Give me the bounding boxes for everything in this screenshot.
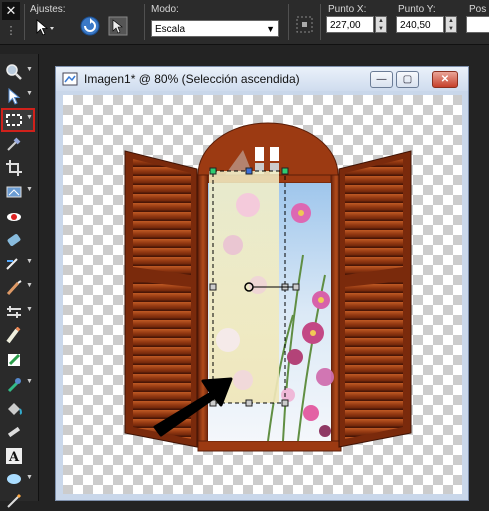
- red-eye-tool[interactable]: [3, 206, 33, 226]
- close-window-button[interactable]: ✕: [432, 71, 458, 88]
- flood-fill-tool[interactable]: [3, 398, 33, 418]
- minimize-button[interactable]: —: [370, 71, 393, 88]
- point-x-label: Punto X:: [328, 4, 367, 15]
- presets-dropdown-button[interactable]: [32, 17, 56, 39]
- crop-tool[interactable]: [3, 158, 33, 178]
- maximize-button[interactable]: ▢: [396, 71, 419, 88]
- pick-tool[interactable]: ▼: [3, 86, 33, 106]
- selection-marquee-icon: [6, 114, 22, 126]
- text-icon: A: [6, 448, 22, 465]
- document-icon: [62, 72, 78, 86]
- dodge-icon: [7, 306, 21, 318]
- point-x-field[interactable]: 227,00: [326, 16, 374, 33]
- mode-label: Modo:: [151, 4, 179, 15]
- mode-select-value: Escala: [155, 24, 186, 35]
- pen-icon: [7, 493, 22, 508]
- flood-fill-icon: [8, 403, 22, 415]
- document-window: Imagen1* @ 80% (Selección ascendida) — ▢…: [55, 66, 469, 501]
- window-artwork: [124, 122, 412, 452]
- eraser-icon: [6, 327, 21, 344]
- pointer-arrow-icon: [36, 19, 54, 36]
- chevron-down-icon: ▼: [266, 24, 275, 34]
- options-toolbar: ✕ ⋮ Ajustes: Modo: Escala ▼ Punto X: 227…: [0, 0, 489, 45]
- svg-text:A: A: [8, 450, 20, 465]
- makeover-icon: [7, 234, 21, 246]
- close-icon: ✕: [440, 74, 450, 85]
- selection-tool[interactable]: ▼: [1, 108, 35, 132]
- chevron-down-icon: ▼: [26, 90, 33, 97]
- mode-select[interactable]: Escala ▼: [151, 20, 279, 37]
- document-title: Imagen1* @ 80% (Selección ascendida): [84, 72, 300, 86]
- pen-tool[interactable]: [3, 491, 33, 511]
- straighten-icon: [6, 186, 22, 198]
- image-canvas[interactable]: [63, 95, 462, 494]
- chevron-down-icon: ▼: [26, 114, 33, 121]
- picture-tube-icon: [7, 426, 21, 438]
- point-y-spinner[interactable]: ▲ ▼: [445, 16, 457, 33]
- preset-shape-icon: [7, 474, 21, 484]
- chevron-down-icon: ▼: [26, 378, 33, 385]
- chevron-down-icon: ▼: [26, 258, 33, 265]
- dropper-tool[interactable]: [3, 134, 33, 154]
- clone-brush-icon: [6, 258, 18, 270]
- point-y-field[interactable]: 240,50: [396, 16, 444, 33]
- settings-label: Ajustes:: [30, 4, 66, 15]
- minimize-icon: —: [376, 74, 387, 85]
- point-x-spinner[interactable]: ▲ ▼: [375, 16, 387, 33]
- chevron-down-icon: ▼: [26, 66, 33, 73]
- maximize-icon: ▢: [402, 74, 413, 85]
- position-label: Pos: [469, 4, 487, 15]
- chevron-down-icon: ▼: [26, 186, 33, 193]
- toolbar-grip-icon[interactable]: ⋮: [2, 22, 20, 40]
- text-tool[interactable]: A: [3, 446, 33, 466]
- document-titlebar[interactable]: Imagen1* @ 80% (Selección ascendida) — ▢…: [56, 67, 468, 91]
- scratch-remover-icon: [6, 280, 22, 296]
- reset-button[interactable]: [78, 14, 102, 36]
- toolbar-separator: [320, 4, 321, 40]
- center-point-icon: [296, 16, 313, 33]
- toolbar-separator: [144, 4, 145, 40]
- close-toolbar-icon[interactable]: ✕: [2, 2, 20, 20]
- zoom-icon: [6, 64, 22, 80]
- zoom-tool[interactable]: ▼: [3, 62, 33, 82]
- makeover-tool[interactable]: [3, 230, 33, 250]
- chevron-down-icon: ▼: [26, 282, 33, 289]
- center-point-button[interactable]: [294, 14, 318, 36]
- chevron-down-icon: ▼: [26, 306, 33, 313]
- reset-icon: [80, 16, 100, 36]
- paint-brush-icon: [8, 353, 21, 366]
- clone-brush-tool[interactable]: ▼: [3, 254, 33, 274]
- position-field[interactable]: [466, 16, 489, 33]
- pointer-arrow-icon: [8, 87, 21, 105]
- toolbar-separator: [288, 4, 289, 40]
- scratch-remover-tool[interactable]: ▼: [3, 278, 33, 298]
- chevron-down-icon: ▼: [26, 474, 33, 481]
- dodge-tool[interactable]: ▼: [3, 302, 33, 322]
- color-replacer-icon: [7, 378, 21, 393]
- straighten-tool[interactable]: ▼: [3, 182, 33, 202]
- edit-options-button[interactable]: [106, 14, 130, 36]
- paint-brush-tool[interactable]: [3, 350, 33, 370]
- red-eye-icon: [7, 213, 21, 221]
- eraser-tool[interactable]: [3, 326, 33, 346]
- point-y-label: Punto Y:: [398, 4, 436, 15]
- picture-tube-tool[interactable]: [3, 422, 33, 442]
- edit-options-icon: [108, 16, 128, 36]
- tools-palette: ▼ ▼ ▼ ▼ ▼ ▼ ▼ ▼ A ▼: [0, 54, 39, 508]
- toolbar-separator: [24, 4, 25, 40]
- color-replacer-tool[interactable]: ▼: [3, 374, 33, 394]
- crop-icon: [6, 160, 22, 176]
- preset-shape-tool[interactable]: ▼: [3, 470, 33, 490]
- eyedropper-icon: [7, 137, 21, 151]
